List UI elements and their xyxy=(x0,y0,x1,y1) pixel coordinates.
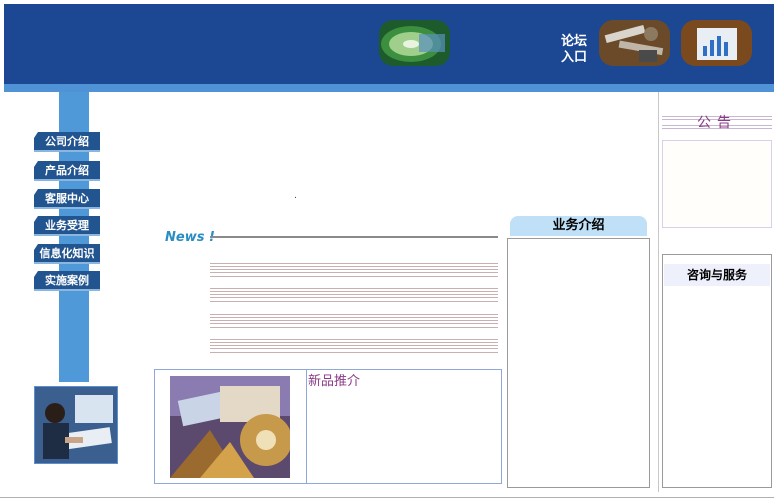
sidebar-item-cases[interactable]: 实施案例 xyxy=(34,271,100,291)
forum-entry-link[interactable]: 论坛 入口 xyxy=(560,34,588,66)
news-item-line xyxy=(210,323,498,324)
new-products-label[interactable]: 新品推介 xyxy=(308,370,360,389)
news-item-line xyxy=(210,291,498,292)
news-item-line xyxy=(210,345,498,346)
chart-screen-thumbnail-image xyxy=(681,20,752,66)
news-item-line xyxy=(210,352,498,353)
news-item-line xyxy=(210,314,498,315)
consult-service-title: 咨询与服务 xyxy=(664,264,770,286)
news-item-line xyxy=(210,301,498,302)
news-item-line xyxy=(210,339,498,340)
news-item-line xyxy=(210,272,498,273)
news-item-line xyxy=(210,263,498,264)
decorative-dot: . xyxy=(294,191,297,201)
news-item-line xyxy=(210,276,498,277)
sidebar-computer-user-image xyxy=(34,386,118,464)
consult-service-panel xyxy=(662,254,772,488)
new-products-divider xyxy=(306,369,307,484)
news-logo: News ! xyxy=(165,230,215,245)
right-column-border xyxy=(658,92,659,492)
business-intro-panel xyxy=(507,238,650,488)
sidebar-item-products[interactable]: 产品介绍 xyxy=(34,161,100,181)
news-item-line xyxy=(210,342,498,343)
forum-label-line1: 论坛 xyxy=(560,34,587,49)
news-item-line xyxy=(210,269,498,270)
sidebar-item-it-knowledge[interactable]: 信息化知识 xyxy=(34,244,100,264)
business-intro-title: 业务介绍 xyxy=(510,216,647,236)
notice-title: 公告 xyxy=(697,115,737,131)
sidebar-item-customer-service[interactable]: 客服中心 xyxy=(34,189,100,209)
sidebar-item-business-handling[interactable]: 业务受理 xyxy=(34,216,100,236)
forum-label-line2: 入口 xyxy=(560,50,587,65)
notice-panel xyxy=(662,140,772,228)
new-products-collage-image xyxy=(170,376,290,478)
news-item-line xyxy=(210,348,498,349)
news-item-line xyxy=(210,288,498,289)
disc-thumbnail-image xyxy=(379,20,450,66)
news-item-line xyxy=(210,297,498,298)
news-item-line xyxy=(210,317,498,318)
news-item-line xyxy=(210,327,498,328)
footer-rule xyxy=(0,497,774,498)
news-divider xyxy=(210,236,498,238)
news-item-line xyxy=(210,266,498,267)
header-stripe xyxy=(4,84,774,92)
news-item-line xyxy=(210,294,498,295)
tools-thumbnail-image xyxy=(599,20,670,66)
sidebar-item-company[interactable]: 公司介绍 xyxy=(34,132,100,152)
news-item-line xyxy=(210,320,498,321)
